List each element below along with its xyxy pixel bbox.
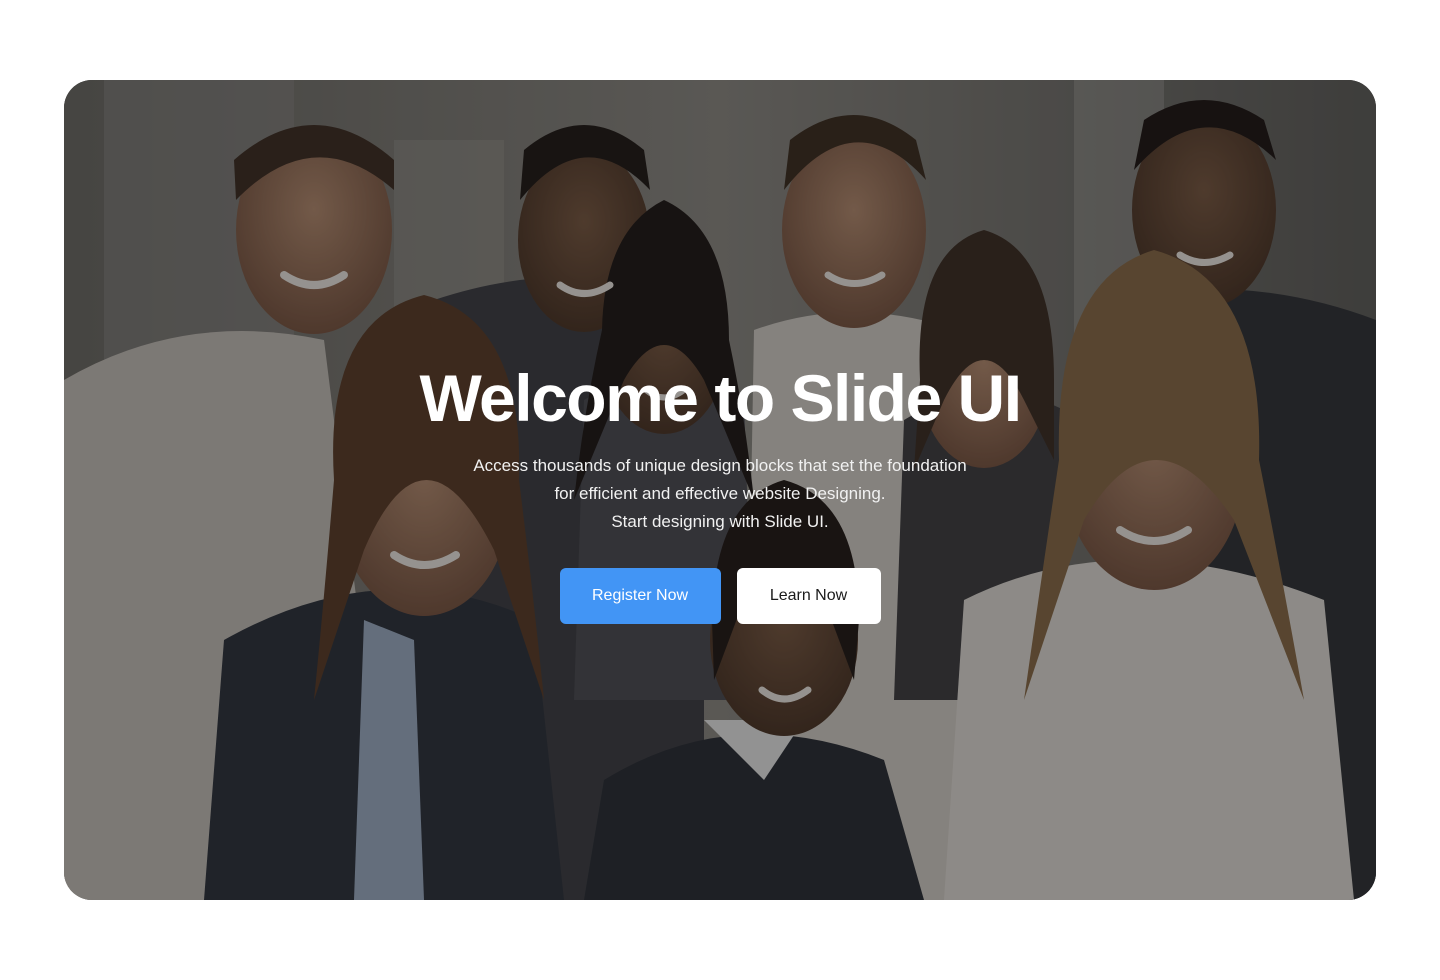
hero-description-line: Access thousands of unique design blocks… <box>473 456 967 475</box>
hero-content: Welcome to Slide UI Access thousands of … <box>64 360 1376 624</box>
register-now-button[interactable]: Register Now <box>559 568 721 624</box>
learn-now-button[interactable]: Learn Now <box>736 568 881 624</box>
hero-description-line: for efficient and effective website Desi… <box>554 484 886 503</box>
hero-actions: Register Now Learn Now <box>64 568 1376 624</box>
hero-section: Welcome to Slide UI Access thousands of … <box>64 80 1376 900</box>
hero-title: Welcome to Slide UI <box>419 361 1022 435</box>
hero-description: Access thousands of unique design blocks… <box>420 452 1020 536</box>
hero-description-line: Start designing with Slide UI. <box>611 512 829 531</box>
